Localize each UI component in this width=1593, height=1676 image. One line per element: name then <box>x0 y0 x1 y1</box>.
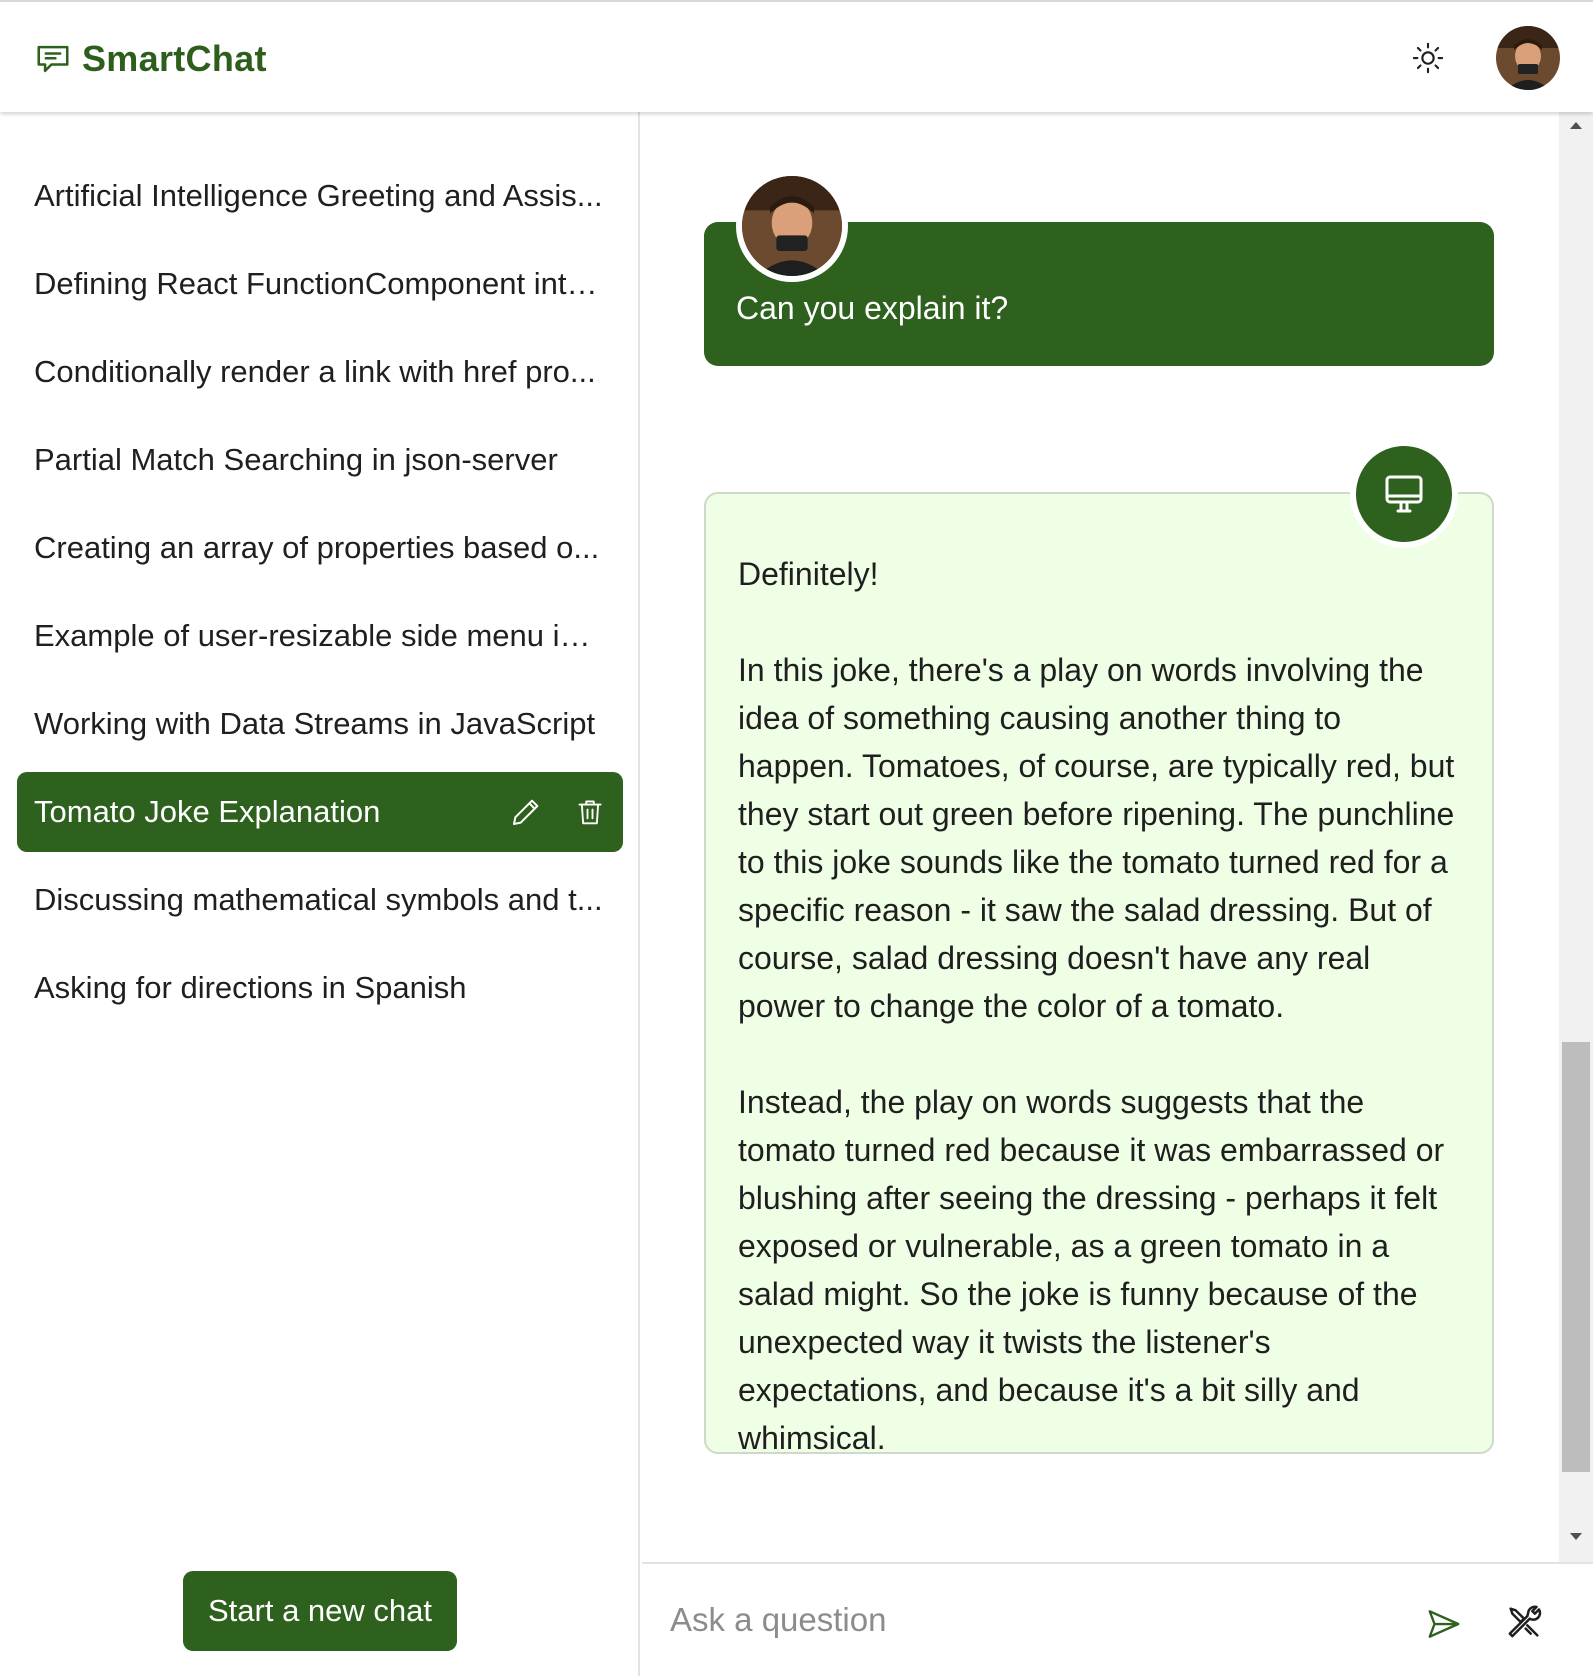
chat-history-item-label: Defining React FunctionComponent inte... <box>34 266 607 301</box>
chat-bubble-icon <box>37 45 69 73</box>
trash-icon <box>578 800 602 825</box>
send-button[interactable] <box>1422 1602 1466 1646</box>
chat-history-list: Artificial Intelligence Greeting and Ass… <box>17 156 623 1036</box>
chat-history-item-label: Example of user-resizable side menu im..… <box>34 618 607 653</box>
pencil-icon <box>513 799 539 825</box>
chat-history-item-label: Discussing mathematical symbols and t... <box>34 882 603 917</box>
avatar <box>1496 26 1560 90</box>
scroll-down-arrow-icon[interactable] <box>1559 1532 1593 1552</box>
monitor-icon <box>1385 475 1423 513</box>
app-title: SmartChat <box>82 38 267 79</box>
chat-history-item-active[interactable]: Tomato Joke Explanation <box>17 772 623 852</box>
chat-history-item-label: Tomato Joke Explanation <box>34 794 381 829</box>
brand[interactable]: SmartChat <box>34 38 267 80</box>
chat-history-item-label: Asking for directions in Spanish <box>34 970 467 1005</box>
assistant-message-bubble: Definitely! In this joke, there's a play… <box>704 492 1494 1456</box>
sidebar: Artificial Intelligence Greeting and Ass… <box>0 112 640 1676</box>
settings-tools-button[interactable] <box>1502 1600 1546 1644</box>
chat-history-item-label: Creating an array of properties based o.… <box>34 530 600 565</box>
chat-history-item[interactable]: Conditionally render a link with href pr… <box>17 332 623 412</box>
chat-history-item[interactable]: Partial Match Searching in json-server <box>17 420 623 500</box>
sun-icon <box>1412 42 1444 74</box>
user-message-text: Can you explain it? <box>736 290 1009 326</box>
rename-chat-button[interactable] <box>509 795 543 829</box>
user-message-avatar <box>736 170 848 282</box>
delete-chat-button[interactable] <box>573 795 607 829</box>
conversation-scrollbar[interactable] <box>1559 112 1593 1562</box>
chat-history-item[interactable]: Example of user-resizable side menu im..… <box>17 596 623 676</box>
chat-history-item[interactable]: Artificial Intelligence Greeting and Ass… <box>17 156 623 236</box>
user-avatar-button[interactable] <box>1496 26 1560 90</box>
tools-icon <box>1508 1605 1542 1638</box>
chat-history-item-label: Artificial Intelligence Greeting and Ass… <box>34 178 603 213</box>
new-chat-button[interactable]: Start a new chat <box>183 1571 457 1651</box>
chat-history-item-label: Conditionally render a link with href pr… <box>34 354 596 389</box>
chat-history-item[interactable]: Working with Data Streams in JavaScript <box>17 684 623 764</box>
chat-history-item[interactable]: Creating an array of properties based o.… <box>17 508 623 588</box>
chat-history-item-label: Working with Data Streams in JavaScript <box>34 706 596 741</box>
assistant-message-paragraph: In this joke, there's a play on words in… <box>738 652 1455 1024</box>
scroll-up-arrow-icon[interactable] <box>1559 120 1593 140</box>
send-icon <box>1428 1610 1460 1638</box>
assistant-message-paragraph: Instead, the play on words suggests that… <box>738 1084 1445 1456</box>
assistant-avatar <box>1350 440 1458 548</box>
avatar <box>742 176 842 276</box>
assistant-message-paragraph: Definitely! <box>738 556 879 592</box>
app-header: SmartChat <box>0 0 1593 112</box>
theme-toggle-button[interactable] <box>1408 38 1448 78</box>
chat-history-item[interactable]: Defining React FunctionComponent inte... <box>17 244 623 324</box>
chat-history-item[interactable]: Asking for directions in Spanish <box>17 948 623 1028</box>
scrollbar-thumb[interactable] <box>1562 1042 1590 1472</box>
chat-history-item-label: Partial Match Searching in json-server <box>34 442 558 477</box>
message-composer <box>642 1562 1593 1676</box>
question-input[interactable] <box>670 1590 1390 1650</box>
chat-history-item[interactable]: Discussing mathematical symbols and t... <box>17 860 623 940</box>
